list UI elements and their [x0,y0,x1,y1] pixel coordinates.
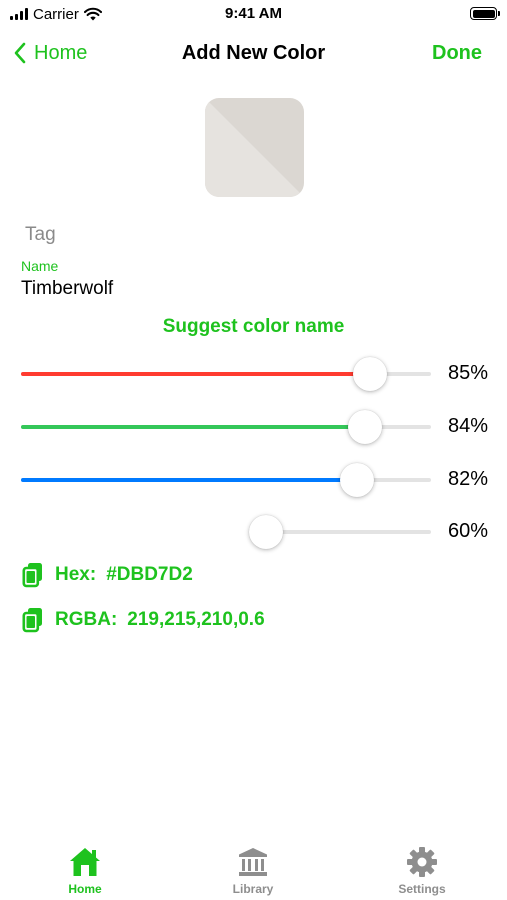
alpha-slider-thumb[interactable] [249,515,283,549]
house-icon [70,848,100,876]
gear-icon [407,847,437,877]
red-slider-thumb[interactable] [352,357,387,391]
green-slider-thumb[interactable] [348,410,383,444]
status-time: 9:41 AM [225,5,282,22]
alpha-percent-label: 60% [447,520,488,542]
tab-home[interactable]: Home [30,846,140,898]
copy-icon [22,563,42,588]
blue-percent-label: 82% [447,468,488,490]
tab-settings-label: Settings [398,882,446,896]
tab-library-label: Library [232,882,274,896]
name-field[interactable]: Timberwolf [21,278,113,300]
hex-value: #DBD7D2 [106,564,193,585]
copy-hex-button[interactable]: Hex: #DBD7D2 [22,561,193,589]
alpha-slider-track[interactable] [266,530,431,534]
page-title: Add New Color [181,42,326,64]
name-field-label: Name [21,258,59,274]
copy-icon [22,608,42,633]
suggest-color-name-button[interactable]: Suggest color name [0,316,507,338]
blue-slider-thumb[interactable] [340,463,375,497]
alpha-slider[interactable]: 60% [21,512,496,552]
building-columns-icon [239,848,267,876]
copy-rgba-button[interactable]: RGBA: 219,215,210,0.6 [22,606,265,634]
tab-home-label: Home [68,882,102,896]
hex-label: Hex: [55,564,97,585]
red-slider[interactable]: 85% [21,354,496,394]
color-swatch [205,98,304,197]
tab-settings[interactable]: Settings [367,846,477,898]
tab-library[interactable]: Library [198,846,308,898]
battery-icon [470,7,500,20]
tag-field[interactable]: Tag [25,224,56,246]
blue-slider[interactable]: 82% [21,460,496,500]
red-percent-label: 85% [447,362,488,384]
rgba-label: RGBA: [55,609,118,630]
green-percent-label: 84% [447,415,488,437]
rgba-value: 219,215,210,0.6 [127,609,265,630]
done-button[interactable]: Done [432,38,482,68]
green-slider[interactable]: 84% [21,407,496,447]
